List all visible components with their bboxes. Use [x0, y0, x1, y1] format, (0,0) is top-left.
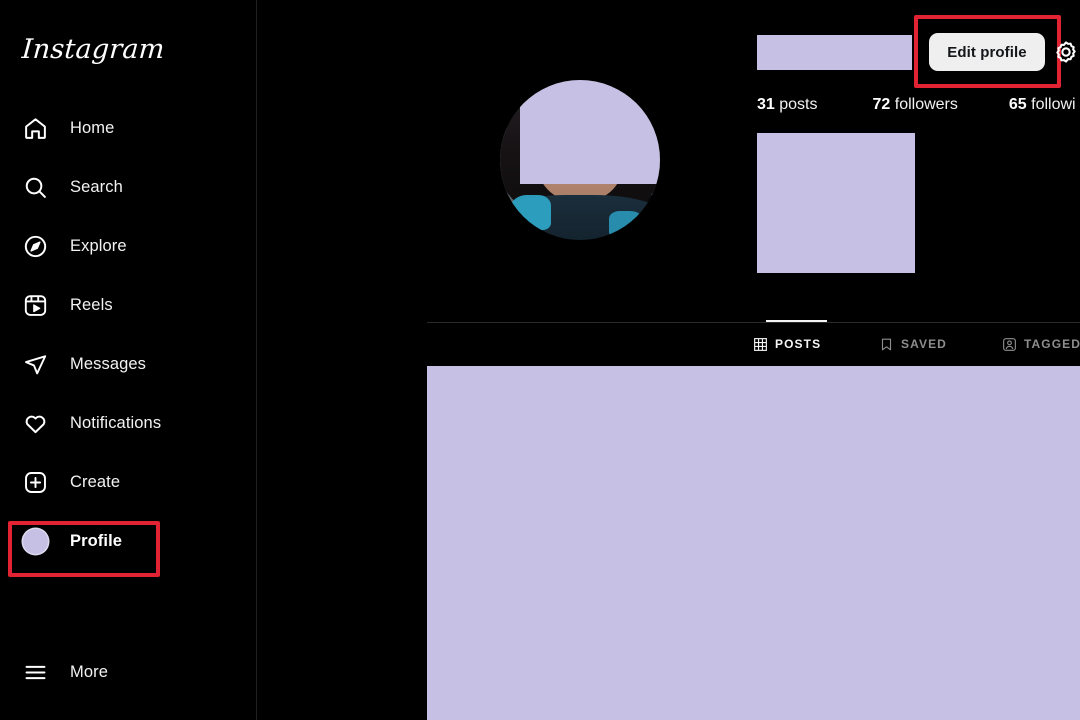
sidebar-item-messages[interactable]: Messages: [0, 344, 257, 384]
sidebar-navigation: Instagram Home Search Explore Reels Mess…: [0, 0, 257, 720]
edit-profile-button[interactable]: Edit profile: [929, 33, 1045, 71]
gear-icon[interactable]: [1050, 36, 1080, 68]
search-icon: [22, 174, 49, 201]
profile-main-content: Edit profile 31 posts 72 followers 65 fo…: [257, 0, 1080, 720]
instagram-logo[interactable]: Instagram: [21, 34, 166, 65]
stat-following-count: 65: [1008, 96, 1027, 113]
compass-icon: [22, 233, 49, 260]
sidebar-item-profile[interactable]: Profile: [0, 521, 257, 561]
tab-posts-label: POSTS: [775, 337, 822, 351]
sidebar-item-label: Search: [70, 177, 123, 196]
stat-posts[interactable]: 31 posts: [757, 96, 818, 114]
tab-saved-label: SAVED: [901, 337, 947, 351]
stat-followers[interactable]: 72 followers: [873, 96, 958, 114]
bio-redaction-block: [757, 133, 915, 273]
reels-icon: [22, 292, 49, 319]
stat-posts-count: 31: [757, 96, 775, 113]
sidebar-item-create[interactable]: Create: [0, 462, 257, 502]
bookmark-icon: [879, 337, 893, 351]
profile-avatar-icon: [22, 528, 49, 555]
tab-saved[interactable]: SAVED: [879, 332, 947, 356]
tagged-person-icon: [1002, 337, 1016, 351]
sidebar-item-label: Reels: [70, 295, 113, 314]
stat-following-label: followi: [1031, 96, 1076, 113]
sidebar-item-search[interactable]: Search: [0, 167, 257, 207]
sidebar-item-label: Create: [70, 472, 121, 491]
sidebar-item-more[interactable]: More: [0, 652, 257, 692]
instagram-profile-page: Instagram Home Search Explore Reels Mess…: [0, 0, 1080, 720]
tabs-divider: [427, 322, 1080, 323]
stat-followers-label: followers: [894, 96, 958, 113]
sidebar-item-label: More: [70, 662, 108, 681]
tab-tagged[interactable]: TAGGED: [1002, 332, 1080, 356]
tab-tagged-label: TAGGED: [1024, 337, 1080, 351]
tab-posts[interactable]: POSTS: [753, 332, 821, 356]
active-tab-indicator: [766, 320, 827, 322]
sidebar-item-explore[interactable]: Explore: [0, 226, 257, 266]
username-redaction-block: [757, 35, 912, 70]
stat-followers-count: 72: [872, 96, 891, 113]
profile-tabs: POSTS SAVED TAGGED: [257, 332, 1080, 356]
sidebar-item-home[interactable]: Home: [0, 108, 257, 148]
posts-grid-redaction-block: [427, 366, 1080, 720]
sidebar-item-list: Home Search Explore Reels Messages Notif…: [0, 108, 257, 580]
avatar-redaction-block: [520, 80, 660, 184]
sidebar-item-label: Messages: [70, 354, 147, 373]
paper-plane-icon: [22, 351, 49, 378]
sidebar-item-label: Profile: [70, 531, 123, 550]
plus-square-icon: [22, 469, 49, 496]
sidebar-item-notifications[interactable]: Notifications: [0, 403, 257, 443]
grid-icon: [753, 337, 767, 351]
stat-following[interactable]: 65 followi: [1009, 96, 1076, 114]
home-icon: [22, 115, 49, 142]
profile-avatar[interactable]: [500, 80, 660, 240]
hamburger-menu-icon: [22, 659, 49, 686]
sidebar-item-reels[interactable]: Reels: [0, 285, 257, 325]
sidebar-item-label: Home: [70, 118, 115, 137]
sidebar-item-label: Explore: [70, 236, 127, 255]
sidebar-item-label: Notifications: [70, 413, 162, 432]
stat-posts-label: posts: [779, 96, 818, 113]
profile-stats: 31 posts 72 followers 65 followi: [757, 93, 1076, 117]
heart-icon: [22, 410, 49, 437]
